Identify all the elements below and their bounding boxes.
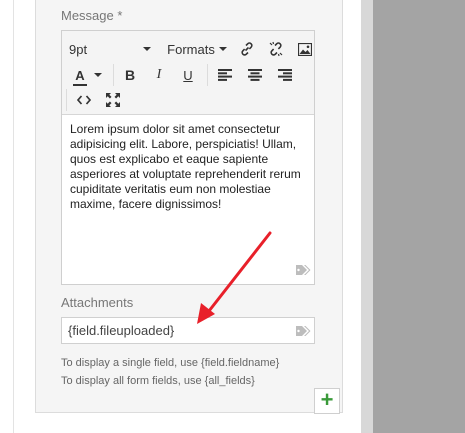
annotation-arrow xyxy=(197,231,272,324)
